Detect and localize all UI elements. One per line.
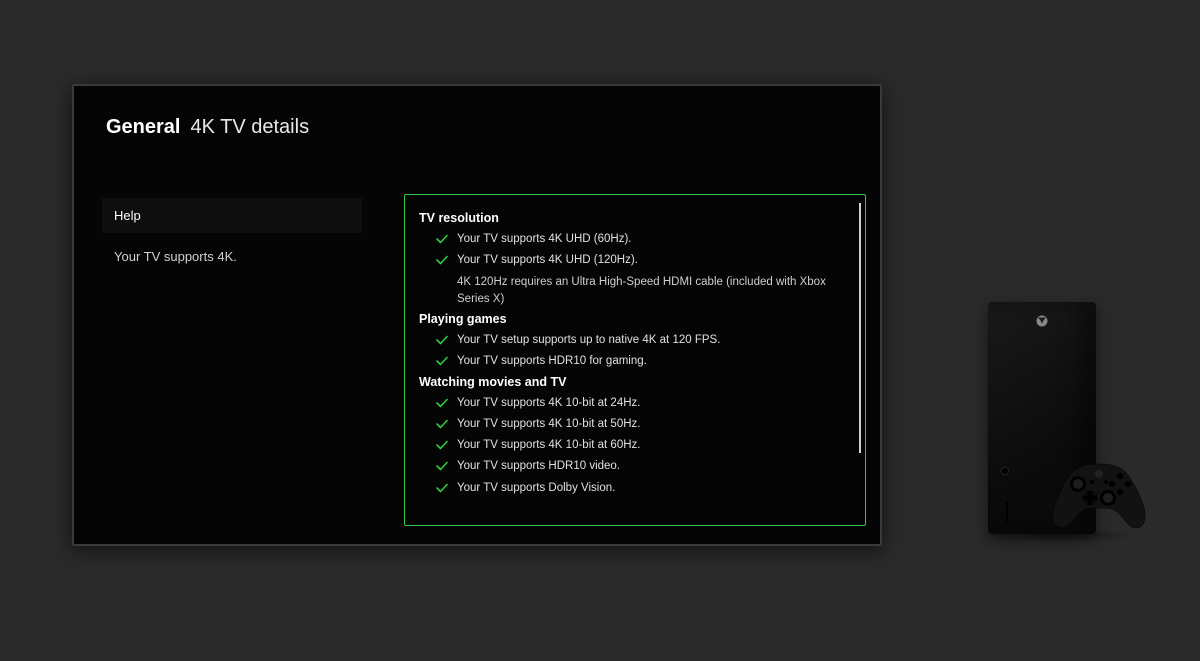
check-icon bbox=[435, 253, 449, 267]
check-icon bbox=[435, 481, 449, 495]
details-panel[interactable]: TV resolution Your TV supports 4K UHD (6… bbox=[404, 194, 866, 526]
capability-text: Your TV supports 4K 10-bit at 60Hz. bbox=[457, 437, 640, 454]
section-title-playing-games: Playing games bbox=[419, 312, 851, 326]
capability-row: Your TV supports HDR10 for gaming. bbox=[435, 353, 851, 370]
tv-screen: General 4K TV details Help Your TV suppo… bbox=[72, 84, 882, 546]
sidebar-item-label: Help bbox=[114, 208, 141, 223]
capability-text: Your TV supports 4K UHD (60Hz). bbox=[457, 231, 632, 248]
section-title-watching: Watching movies and TV bbox=[419, 375, 851, 389]
check-icon bbox=[435, 232, 449, 246]
capability-text: 4K 120Hz requires an Ultra High-Speed HD… bbox=[457, 274, 851, 309]
capability-text: Your TV supports 4K 10-bit at 24Hz. bbox=[457, 395, 640, 412]
capability-note: 4K 120Hz requires an Ultra High-Speed HD… bbox=[457, 274, 851, 309]
scrollbar[interactable] bbox=[859, 203, 861, 453]
capability-row: Your TV supports 4K UHD (60Hz). bbox=[435, 231, 851, 248]
sidebar: Help Your TV supports 4K. bbox=[102, 198, 362, 274]
disc-slot-icon bbox=[998, 464, 1012, 478]
capability-row: Your TV setup supports up to native 4K a… bbox=[435, 332, 851, 349]
xbox-controller bbox=[1048, 458, 1150, 532]
capability-row: Your TV supports Dolby Vision. bbox=[435, 480, 851, 497]
section-title-tv-resolution: TV resolution bbox=[419, 211, 851, 225]
check-icon bbox=[435, 333, 449, 347]
capability-row: Your TV supports 4K UHD (120Hz). bbox=[435, 252, 851, 269]
capability-text: Your TV supports HDR10 video. bbox=[457, 458, 620, 475]
usb-port-icon bbox=[1006, 502, 1008, 522]
breadcrumb-sub: 4K TV details bbox=[190, 116, 309, 139]
capability-row: Your TV supports 4K 10-bit at 24Hz. bbox=[435, 395, 851, 412]
capability-text: Your TV supports 4K UHD (120Hz). bbox=[457, 252, 638, 269]
capability-row: Your TV supports 4K 10-bit at 50Hz. bbox=[435, 416, 851, 433]
capability-row: Your TV supports HDR10 video. bbox=[435, 458, 851, 475]
breadcrumb: General 4K TV details bbox=[106, 116, 309, 139]
check-icon bbox=[435, 459, 449, 473]
capability-text: Your TV supports Dolby Vision. bbox=[457, 480, 615, 497]
breadcrumb-main: General bbox=[106, 116, 180, 139]
capability-text: Your TV supports 4K 10-bit at 50Hz. bbox=[457, 416, 640, 433]
check-icon bbox=[435, 396, 449, 410]
capability-text: Your TV supports HDR10 for gaming. bbox=[457, 353, 647, 370]
xbox-logo-icon bbox=[1036, 314, 1048, 326]
sidebar-status-text: Your TV supports 4K. bbox=[102, 239, 362, 274]
capability-text: Your TV setup supports up to native 4K a… bbox=[457, 332, 720, 349]
check-icon bbox=[435, 417, 449, 431]
capability-row: Your TV supports 4K 10-bit at 60Hz. bbox=[435, 437, 851, 454]
check-icon bbox=[435, 354, 449, 368]
sidebar-item-help[interactable]: Help bbox=[102, 198, 362, 233]
check-icon bbox=[435, 438, 449, 452]
